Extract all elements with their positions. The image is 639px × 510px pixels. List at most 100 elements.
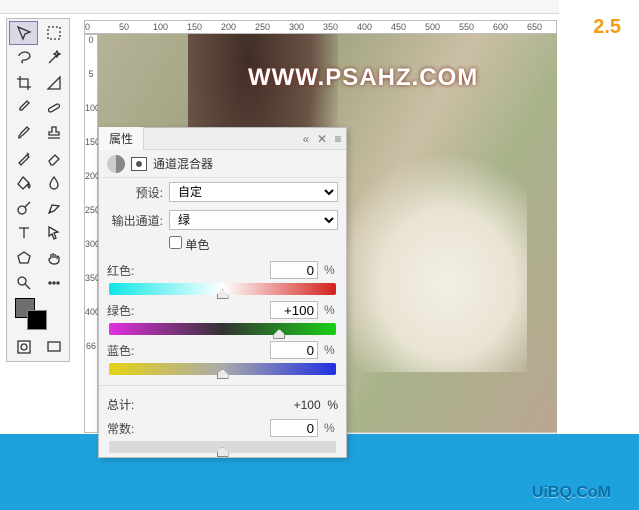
more-tool[interactable]	[39, 271, 68, 295]
marquee-tool[interactable]	[39, 21, 68, 45]
ruler-tick: 100	[85, 103, 97, 137]
gradient-tool[interactable]	[9, 171, 38, 195]
lasso-icon	[16, 50, 32, 66]
uibq-watermark: UiBQ.CoM	[532, 484, 611, 502]
output-channel-select[interactable]: 绿	[169, 210, 338, 230]
stamp-tool[interactable]	[39, 121, 68, 145]
blue-slider-track[interactable]	[109, 363, 336, 375]
adjustment-header: 通道混合器	[99, 150, 346, 178]
constant-value-input[interactable]	[270, 419, 318, 437]
screen-icon	[46, 339, 62, 355]
green-value-input[interactable]	[270, 301, 318, 319]
magic-wand-tool[interactable]	[39, 46, 68, 70]
ruler-tick: 300	[289, 22, 323, 32]
slider-knob[interactable]	[217, 447, 229, 457]
blue-value-input[interactable]	[270, 341, 318, 359]
constant-slider-track[interactable]	[109, 441, 336, 453]
ruler-tick: 650	[527, 22, 561, 32]
blue-label: 蓝色:	[107, 342, 147, 359]
total-row: 总计: +100 %	[99, 392, 346, 417]
collapse-icon[interactable]: «	[298, 128, 314, 150]
ruler-tick: 0	[85, 35, 97, 69]
version-badge: 2.5	[593, 16, 621, 39]
red-slider-track[interactable]	[109, 283, 336, 295]
ruler-tick: 150	[85, 137, 97, 171]
panel-menu-icon[interactable]: ≡	[330, 128, 346, 150]
ruler-tick: 400	[85, 307, 97, 341]
ruler-tick: 200	[85, 171, 97, 205]
dodge-tool[interactable]	[9, 196, 38, 220]
green-slider-row: 绿色: %	[99, 299, 346, 339]
preset-select[interactable]: 自定	[169, 182, 338, 202]
green-slider-track[interactable]	[109, 323, 336, 335]
dodge-icon	[16, 200, 32, 216]
close-icon[interactable]: ✕	[314, 128, 330, 150]
slider-knob[interactable]	[217, 369, 229, 379]
channel-mixer-icon	[107, 155, 125, 173]
zoom-icon	[16, 275, 32, 291]
brush-tool[interactable]	[9, 121, 38, 145]
total-value: +100	[294, 398, 321, 412]
ruler-tick: 550	[459, 22, 493, 32]
ruler-tick: 600	[493, 22, 527, 32]
eraser-tool[interactable]	[39, 146, 68, 170]
polygon-icon	[16, 250, 32, 266]
healing-tool[interactable]	[39, 96, 68, 120]
screenmode-tool[interactable]	[39, 335, 68, 359]
zoom-tool[interactable]	[9, 271, 38, 295]
ruler-tick: 350	[323, 22, 357, 32]
history-brush-icon	[16, 150, 32, 166]
green-label: 绿色:	[107, 302, 147, 319]
history-brush-tool[interactable]	[9, 146, 38, 170]
move-tool[interactable]	[9, 21, 38, 45]
monochrome-label: 单色	[185, 238, 209, 252]
pen-tool[interactable]	[39, 196, 68, 220]
eyedropper-tool[interactable]	[9, 96, 38, 120]
app-topbar	[0, 0, 639, 14]
monochrome-checkbox[interactable]	[169, 236, 182, 249]
slider-knob[interactable]	[273, 329, 285, 339]
arrow-icon	[46, 225, 62, 241]
ruler-tick: 66	[85, 341, 97, 375]
lasso-tool[interactable]	[9, 46, 38, 70]
ruler-tick: 300	[85, 239, 97, 273]
shape-tool[interactable]	[9, 246, 38, 270]
blue-slider-row: 蓝色: %	[99, 339, 346, 379]
watermark-text: WWW.PSAHZ.COM	[248, 64, 478, 92]
total-label: 总计:	[107, 396, 147, 413]
type-tool[interactable]	[9, 221, 38, 245]
ruler-tick: 400	[357, 22, 391, 32]
ruler-tick: 250	[255, 22, 289, 32]
red-label: 红色:	[107, 262, 147, 279]
ruler-tick: 450	[391, 22, 425, 32]
background-swatch[interactable]	[27, 310, 47, 330]
quickmask-tool[interactable]	[9, 335, 38, 359]
eyedropper-icon	[16, 100, 32, 116]
hand-tool[interactable]	[39, 246, 68, 270]
ruler-tick: 350	[85, 273, 97, 307]
red-value-input[interactable]	[270, 261, 318, 279]
percent-label: %	[327, 398, 338, 412]
slice-tool[interactable]	[39, 71, 68, 95]
crop-tool[interactable]	[9, 71, 38, 95]
hand-icon	[46, 250, 62, 266]
marquee-icon	[46, 25, 62, 41]
percent-label: %	[324, 263, 338, 277]
path-select-tool[interactable]	[39, 221, 68, 245]
panel-tab-properties[interactable]: 属性	[99, 127, 144, 150]
monochrome-row: 单色	[99, 234, 346, 259]
ruler-tick: 50	[119, 22, 153, 32]
droplet-icon	[46, 175, 62, 191]
wand-icon	[46, 50, 62, 66]
blur-tool[interactable]	[39, 171, 68, 195]
percent-label: %	[324, 421, 338, 435]
red-slider-row: 红色: %	[99, 259, 346, 299]
color-swatches[interactable]	[9, 296, 68, 334]
stamp-icon	[46, 125, 62, 141]
mask-icon[interactable]	[131, 157, 147, 171]
quickmask-icon	[16, 339, 32, 355]
ruler-tick: 150	[187, 22, 221, 32]
pen-icon	[46, 200, 62, 216]
percent-label: %	[324, 343, 338, 357]
slider-knob[interactable]	[217, 289, 229, 299]
